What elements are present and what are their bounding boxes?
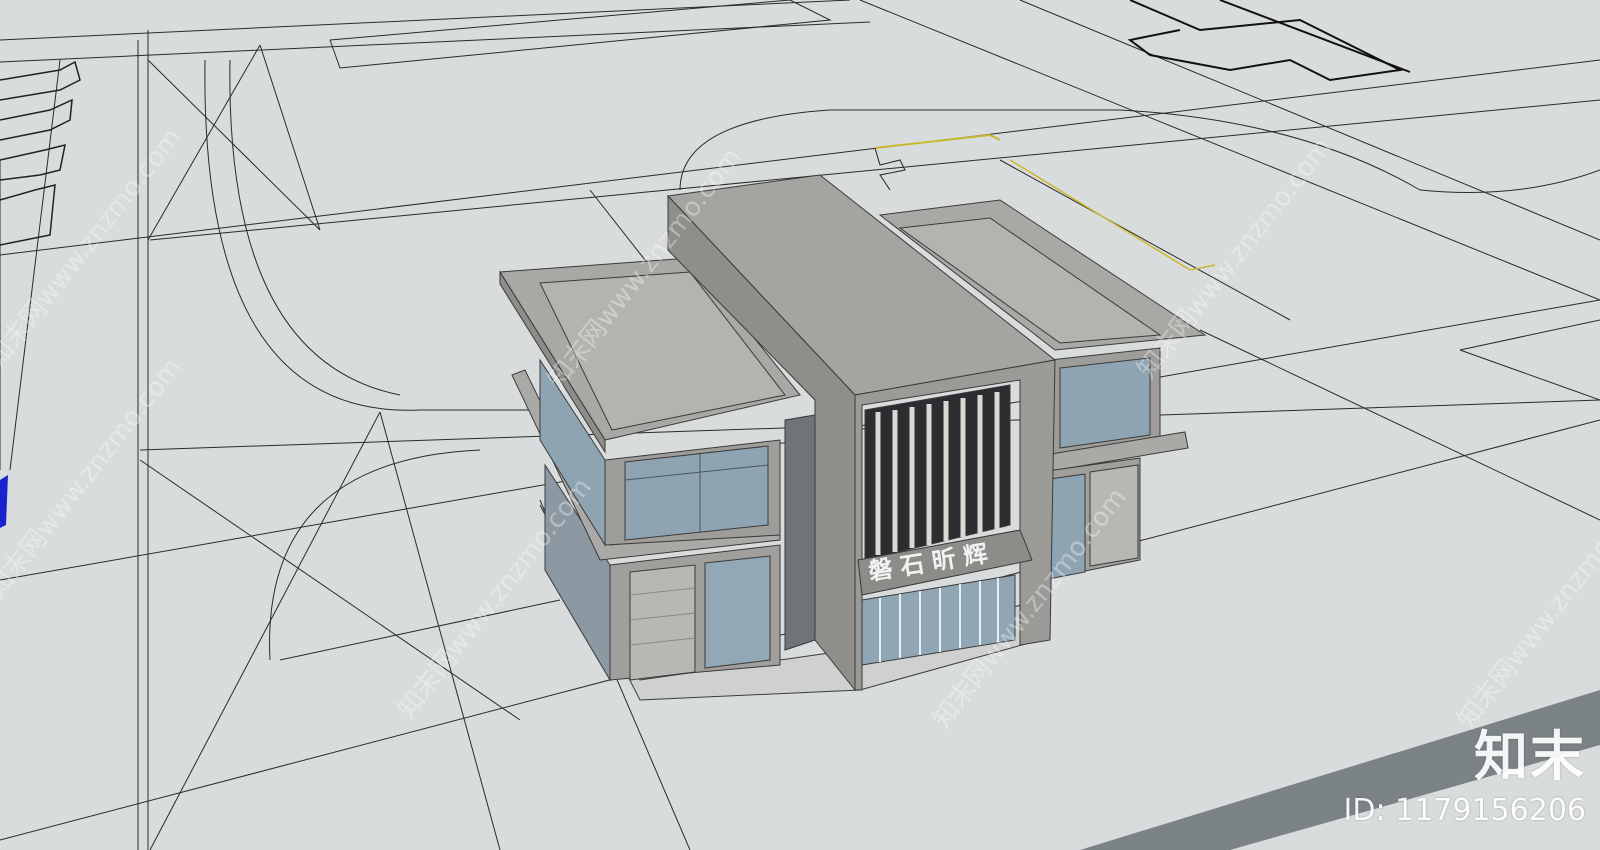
connector-slot — [784, 414, 816, 651]
right-wing-upper-glass — [1059, 357, 1151, 449]
left-wing-upper-glass — [624, 445, 769, 541]
watermark-id: ID: 1179156206 — [1343, 793, 1586, 828]
watermark-logo: 知末 — [1474, 725, 1586, 788]
left-wing-stone-panel — [629, 564, 696, 681]
left-wing-lower-glass — [704, 555, 771, 669]
watermark-corner: 知末 ID: 1179156206 — [1344, 712, 1586, 828]
